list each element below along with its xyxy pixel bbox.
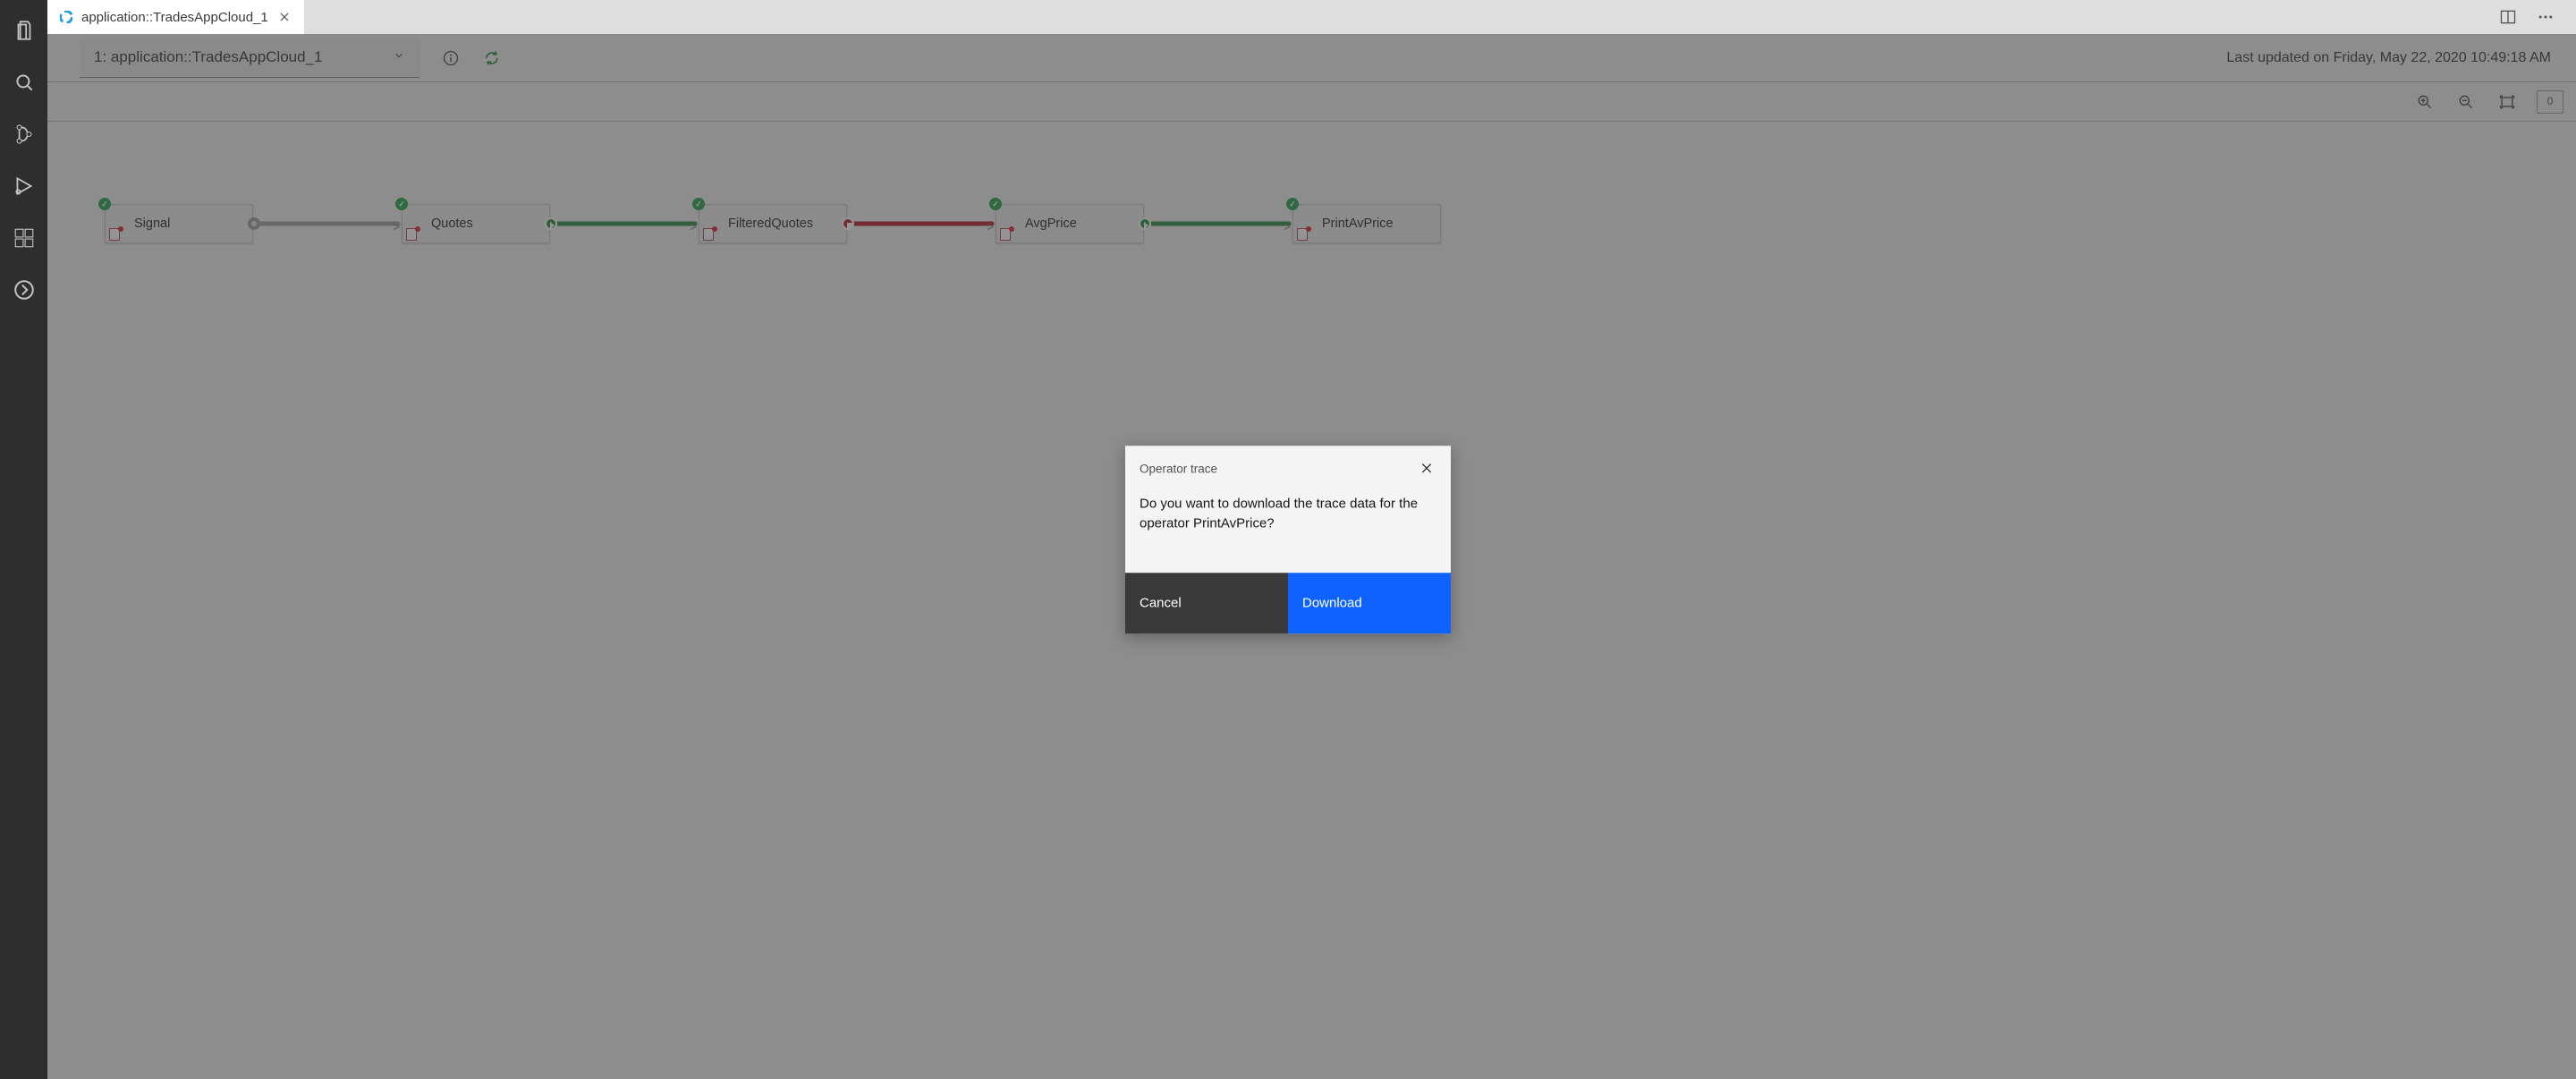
info-icon[interactable] <box>441 48 461 68</box>
trace-doc-icon <box>1297 228 1309 241</box>
run-debug-icon[interactable] <box>10 172 38 200</box>
count-badge[interactable]: 0 <box>2537 90 2563 114</box>
cancel-button[interactable]: Cancel <box>1125 573 1288 633</box>
operator-node-avgprice[interactable]: AvgPrice <box>996 204 1144 243</box>
editor-tab[interactable]: application::TradesAppCloud_1 <box>47 0 305 34</box>
operator-node-filteredquotes[interactable]: FilteredQuotes <box>699 204 847 243</box>
streams-icon[interactable] <box>10 276 38 304</box>
search-icon[interactable] <box>10 68 38 97</box>
operator-node-label: Signal <box>134 217 170 231</box>
application-select[interactable]: 1: application::TradesAppCloud_1 <box>80 38 419 78</box>
operator-trace-dialog: Operator trace Do you want to download t… <box>1125 446 1451 633</box>
edge-caret-icon: > <box>987 219 996 228</box>
operator-node-signal[interactable]: Signal <box>105 204 253 243</box>
refresh-icon[interactable] <box>482 48 502 68</box>
operator-node-label: Quotes <box>431 217 473 231</box>
activity-bar <box>0 0 47 1079</box>
source-control-icon[interactable] <box>10 120 38 149</box>
status-ok-icon <box>395 198 408 210</box>
status-ok-icon <box>692 198 705 210</box>
operator-node-quotes[interactable]: Quotes <box>402 204 550 243</box>
dialog-title: Operator trace <box>1140 462 1217 475</box>
output-port[interactable] <box>842 217 854 230</box>
more-icon[interactable] <box>2533 4 2558 30</box>
dialog-body: Do you want to download the trace data f… <box>1125 478 1451 573</box>
trace-doc-icon <box>703 228 716 241</box>
download-button[interactable]: Download <box>1288 573 1451 633</box>
operator-node-printavprice[interactable]: PrintAvPrice <box>1292 204 1441 243</box>
application-select-label: 1: application::TradesAppCloud_1 <box>94 48 322 66</box>
output-port[interactable] <box>248 217 260 230</box>
zoom-out-icon[interactable] <box>2454 90 2478 114</box>
status-ok-icon <box>98 198 111 210</box>
close-icon[interactable] <box>1417 458 1436 478</box>
extensions-icon[interactable] <box>10 224 38 252</box>
edge-caret-icon: > <box>393 219 402 228</box>
explorer-icon[interactable] <box>10 16 38 45</box>
fit-screen-icon[interactable] <box>2496 90 2519 114</box>
trace-doc-icon <box>109 228 122 241</box>
operator-node-label: PrintAvPrice <box>1322 217 1394 231</box>
output-port[interactable] <box>545 217 557 230</box>
split-editor-icon[interactable] <box>2496 4 2521 30</box>
tab-title: application::TradesAppCloud_1 <box>81 10 268 25</box>
close-icon[interactable] <box>277 10 292 24</box>
last-updated-label: Last updated on Friday, May 22, 2020 10:… <box>2226 50 2551 66</box>
tab-strip: application::TradesAppCloud_1 <box>47 0 2576 34</box>
canvas-toolbar: 0 <box>47 82 2576 122</box>
output-port[interactable] <box>1139 217 1151 230</box>
zoom-in-icon[interactable] <box>2413 90 2436 114</box>
chevron-down-icon <box>393 48 405 66</box>
operator-node-label: AvgPrice <box>1025 217 1077 231</box>
streams-file-icon <box>60 11 72 23</box>
operator-node-label: FilteredQuotes <box>728 217 813 231</box>
status-ok-icon <box>989 198 1002 210</box>
edge-caret-icon: > <box>690 219 699 228</box>
trace-doc-icon <box>1000 228 1013 241</box>
edge-caret-icon: > <box>1284 219 1292 228</box>
trace-doc-icon <box>406 228 419 241</box>
subheader: 1: application::TradesAppCloud_1 Last up… <box>47 34 2576 82</box>
status-ok-icon <box>1286 198 1299 210</box>
